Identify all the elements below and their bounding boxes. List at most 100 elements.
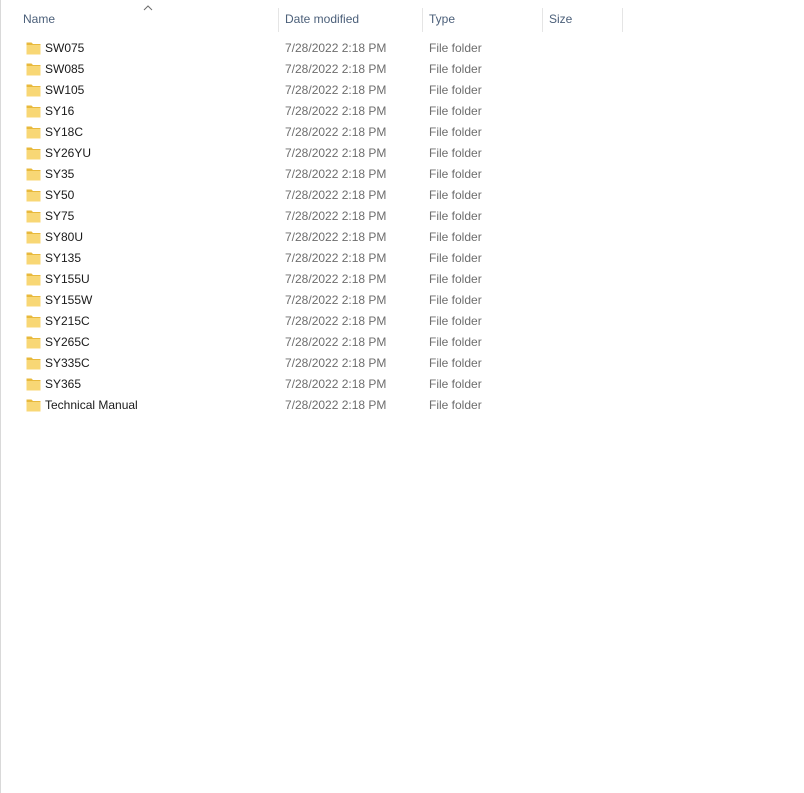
file-type: File folder xyxy=(429,104,482,118)
file-type: File folder xyxy=(429,167,482,181)
file-name: SY35 xyxy=(45,167,75,181)
folder-icon xyxy=(26,84,41,97)
folder-icon xyxy=(26,42,41,55)
column-header-name[interactable]: Name xyxy=(1,6,279,32)
date-modified: 7/28/2022 2:18 PM xyxy=(285,62,387,76)
file-type: File folder xyxy=(429,83,482,97)
list-item[interactable]: SW075 7/28/2022 2:18 PM File folder xyxy=(1,38,624,59)
file-name: SY80U xyxy=(45,230,84,244)
file-type: File folder xyxy=(429,251,482,265)
date-modified: 7/28/2022 2:18 PM xyxy=(285,146,387,160)
file-type: File folder xyxy=(429,377,482,391)
list-item[interactable]: SY215C 7/28/2022 2:18 PM File folder xyxy=(1,311,624,332)
column-header-size-label: Size xyxy=(549,12,573,26)
file-name: SW085 xyxy=(45,62,85,76)
file-name: SY335C xyxy=(45,356,90,370)
file-name: SY16 xyxy=(45,104,75,118)
file-type: File folder xyxy=(429,272,482,286)
file-type: File folder xyxy=(429,41,482,55)
date-modified: 7/28/2022 2:18 PM xyxy=(285,83,387,97)
file-name: Technical Manual xyxy=(45,398,138,412)
folder-icon xyxy=(26,210,41,223)
list-item[interactable]: SY155W 7/28/2022 2:18 PM File folder xyxy=(1,290,624,311)
date-modified: 7/28/2022 2:18 PM xyxy=(285,251,387,265)
file-name: SY215C xyxy=(45,314,90,328)
date-modified: 7/28/2022 2:18 PM xyxy=(285,314,387,328)
folder-icon xyxy=(26,105,41,118)
file-name: SY155W xyxy=(45,293,93,307)
folder-icon xyxy=(26,399,41,412)
file-type: File folder xyxy=(429,146,482,160)
file-type: File folder xyxy=(429,209,482,223)
date-modified: 7/28/2022 2:18 PM xyxy=(285,41,387,55)
list-item[interactable]: SY75 7/28/2022 2:18 PM File folder xyxy=(1,206,624,227)
date-modified: 7/28/2022 2:18 PM xyxy=(285,104,387,118)
file-type: File folder xyxy=(429,398,482,412)
list-item[interactable]: SY50 7/28/2022 2:18 PM File folder xyxy=(1,185,624,206)
date-modified: 7/28/2022 2:18 PM xyxy=(285,167,387,181)
date-modified: 7/28/2022 2:18 PM xyxy=(285,230,387,244)
file-type: File folder xyxy=(429,62,482,76)
date-modified: 7/28/2022 2:18 PM xyxy=(285,335,387,349)
file-type: File folder xyxy=(429,188,482,202)
column-resize-handle[interactable] xyxy=(622,8,623,32)
file-type: File folder xyxy=(429,314,482,328)
list-item[interactable]: SY365 7/28/2022 2:18 PM File folder xyxy=(1,374,624,395)
folder-icon xyxy=(26,168,41,181)
file-name: SW075 xyxy=(45,41,85,55)
list-item[interactable]: SY155U 7/28/2022 2:18 PM File folder xyxy=(1,269,624,290)
folder-icon xyxy=(26,294,41,307)
file-type: File folder xyxy=(429,125,482,139)
folder-icon xyxy=(26,252,41,265)
file-list-pane[interactable]: Name Date modified Type Size SW075 7/28/2… xyxy=(0,0,804,793)
date-modified: 7/28/2022 2:18 PM xyxy=(285,125,387,139)
list-item[interactable]: Technical Manual 7/28/2022 2:18 PM File fo… xyxy=(1,395,624,416)
list-item[interactable]: SY16 7/28/2022 2:18 PM File folder xyxy=(1,101,624,122)
file-name: SY26YU xyxy=(45,146,92,160)
list-item[interactable]: SY18C 7/28/2022 2:18 PM File folder xyxy=(1,122,624,143)
list-item[interactable]: SY265C 7/28/2022 2:18 PM File folder xyxy=(1,332,624,353)
folder-icon xyxy=(26,315,41,328)
folder-icon xyxy=(26,63,41,76)
date-modified: 7/28/2022 2:18 PM xyxy=(285,188,387,202)
list-item[interactable]: SY335C 7/28/2022 2:18 PM File folder xyxy=(1,353,624,374)
column-header-type-label: Type xyxy=(429,12,456,26)
list-item[interactable]: SY26YU 7/28/2022 2:18 PM File folder xyxy=(1,143,624,164)
file-name: SY75 xyxy=(45,209,75,223)
file-name: SY135 xyxy=(45,251,82,265)
file-name: SY50 xyxy=(45,188,75,202)
date-modified: 7/28/2022 2:18 PM xyxy=(285,293,387,307)
folder-icon xyxy=(26,189,41,202)
list-item[interactable]: SY80U 7/28/2022 2:18 PM File folder xyxy=(1,227,624,248)
date-modified: 7/28/2022 2:18 PM xyxy=(285,272,387,286)
file-type: File folder xyxy=(429,356,482,370)
folder-icon xyxy=(26,378,41,391)
column-header-size[interactable]: Size xyxy=(543,6,623,32)
list-item[interactable]: SW085 7/28/2022 2:18 PM File folder xyxy=(1,59,624,80)
column-header-name-label: Name xyxy=(23,12,56,26)
file-type: File folder xyxy=(429,230,482,244)
list-item[interactable]: SW105 7/28/2022 2:18 PM File folder xyxy=(1,80,624,101)
column-header-date-label: Date modified xyxy=(285,12,360,26)
date-modified: 7/28/2022 2:18 PM xyxy=(285,356,387,370)
folder-icon xyxy=(26,357,41,370)
date-modified: 7/28/2022 2:18 PM xyxy=(285,209,387,223)
file-name: SY365 xyxy=(45,377,82,391)
file-list: SW075 7/28/2022 2:18 PM File folder SW085 7/… xyxy=(1,38,624,416)
file-name: SY265C xyxy=(45,335,90,349)
folder-icon xyxy=(26,231,41,244)
column-header-date-modified[interactable]: Date modified xyxy=(279,6,423,32)
file-name: SW105 xyxy=(45,83,85,97)
file-name: SY18C xyxy=(45,125,84,139)
date-modified: 7/28/2022 2:18 PM xyxy=(285,377,387,391)
folder-icon xyxy=(26,147,41,160)
list-item[interactable]: SY135 7/28/2022 2:18 PM File folder xyxy=(1,248,624,269)
file-type: File folder xyxy=(429,293,482,307)
file-name: SY155U xyxy=(45,272,90,286)
list-item[interactable]: SY35 7/28/2022 2:18 PM File folder xyxy=(1,164,624,185)
folder-icon xyxy=(26,273,41,286)
folder-icon xyxy=(26,126,41,139)
column-header-type[interactable]: Type xyxy=(423,6,543,32)
column-header-bar: Name Date modified Type Size xyxy=(1,6,624,32)
file-type: File folder xyxy=(429,335,482,349)
